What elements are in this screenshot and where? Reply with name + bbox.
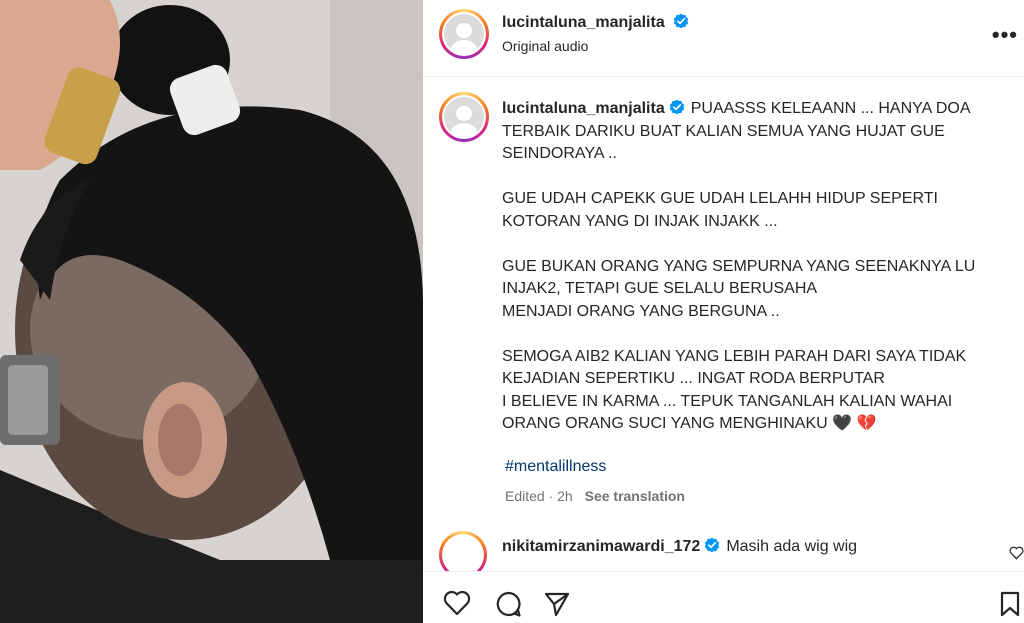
caption-paragraph: GUE BUKAN ORANG YANG SEMPURNA YANG SEENA… (502, 257, 976, 298)
author-username-row: lucintaluna_manjalita (502, 13, 689, 32)
default-avatar-icon (444, 14, 484, 54)
caption-author-avatar[interactable] (439, 92, 489, 142)
heart-icon[interactable] (443, 590, 471, 616)
comment-icon[interactable] (494, 590, 522, 618)
comment-text: Masih ada wig wig (726, 538, 858, 555)
author-avatar[interactable] (439, 9, 489, 59)
default-avatar-icon (444, 97, 484, 137)
caption-paragraph: lucintaluna_manjalita PUAASSS KELEAANN .… (502, 98, 1002, 166)
comment-like-heart-icon[interactable] (1009, 546, 1024, 560)
author-username[interactable]: lucintaluna_manjalita (502, 14, 665, 31)
verified-badge-icon (705, 537, 720, 553)
caption-paragraph: I BELIEVE IN KARMA ... TEPUK TANGANLAH K… (502, 392, 953, 433)
edited-timestamp: Edited · 2h (505, 488, 573, 504)
caption-paragraph: GUE UDAH CAPEKK GUE UDAH LELAHH HIDUP SE… (502, 190, 938, 230)
post-header: lucintaluna_manjalita Original audio ••• (423, 0, 1024, 77)
comment-username[interactable]: nikitamirzanimawardi_172 (502, 538, 700, 555)
verified-badge-icon (673, 13, 689, 29)
caption-paragraph: MENJADI ORANG YANG BERGUNA .. (502, 302, 780, 320)
post-caption: lucintaluna_manjalita PUAASSS KELEAANN .… (502, 98, 1002, 458)
verified-badge-icon (669, 99, 684, 115)
see-translation-link[interactable]: See translation (585, 488, 685, 504)
comment-item: nikitamirzanimawardi_172 Masih ada wig w… (502, 537, 857, 556)
caption-username[interactable]: lucintaluna_manjalita (502, 100, 665, 117)
bookmark-icon[interactable] (999, 590, 1021, 618)
post-actions-bar (423, 571, 1024, 623)
caption-paragraph: SEMOGA AIB2 KALIAN YANG LEBIH PARAH DARI… (502, 347, 967, 388)
audio-label[interactable]: Original audio (502, 38, 588, 54)
post-panel: lucintaluna_manjalita Original audio •••… (423, 0, 1024, 623)
more-options-icon[interactable]: ••• (992, 22, 1018, 48)
post-media[interactable] (0, 0, 423, 623)
share-icon[interactable] (543, 590, 571, 618)
caption-meta: Edited · 2h See translation (505, 488, 685, 504)
commenter-logo-icon (444, 536, 482, 574)
hashtag-link[interactable]: #mentalillness (505, 458, 606, 476)
post-photo (0, 0, 423, 623)
